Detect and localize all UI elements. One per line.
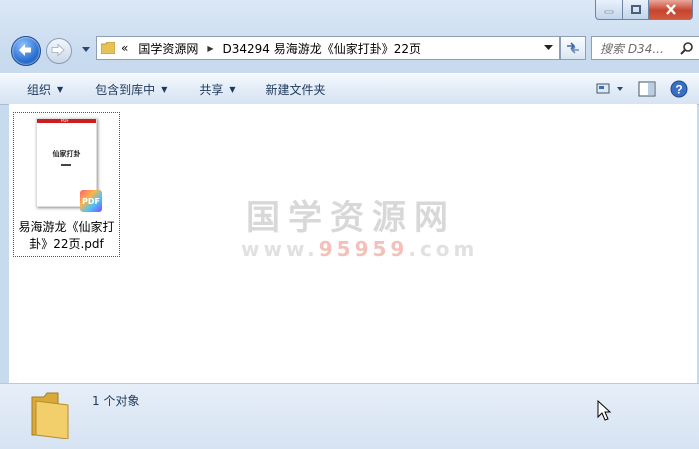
pdf-app-icon: PDF [80,190,102,212]
address-bar[interactable]: « 国学资源网 ▶ D34294 易海游龙《仙家打卦》22页 [96,36,560,60]
organize-button[interactable]: 组织 ▼ [0,74,76,104]
new-folder-label: 新建文件夹 [265,82,326,97]
preview-pane-button[interactable] [635,78,659,100]
folder-icon [101,42,115,54]
back-button[interactable] [11,36,41,66]
search-box[interactable]: 搜索 D34... [591,36,699,60]
chevron-down-icon: ▼ [161,84,168,94]
folder-icon [31,392,69,439]
address-history-dropdown-icon[interactable] [544,44,553,52]
minimize-button[interactable] [595,0,623,20]
include-in-library-button[interactable]: 包含到库中 ▼ [76,74,180,104]
address-overflow-chevron[interactable]: « [121,41,128,55]
svg-text:?: ? [675,83,682,97]
breadcrumb-root[interactable]: 国学资源网 [138,40,198,57]
watermark-url-prefix: www. [241,237,319,261]
mouse-cursor-icon [597,400,611,421]
file-item-pdf[interactable]: PDF 仙家打卦 PDF 易海游龙《仙家打 卦》22页.pdf [13,112,120,257]
change-view-button[interactable] [593,78,627,100]
organize-label: 组织 [27,82,52,97]
maximize-button[interactable] [623,0,649,20]
forward-button[interactable] [46,38,72,64]
command-bar: 组织 ▼ 包含到库中 ▼ 共享 ▼ 新建文件夹 ? [0,73,699,105]
caption-buttons [595,0,693,20]
thumbnail-rule [61,164,71,166]
include-in-library-label: 包含到库中 [95,82,156,97]
explorer-window: « 国学资源网 ▶ D34294 易海游龙《仙家打卦》22页 搜索 D34...… [0,0,699,449]
watermark-url-number: 95959 [318,237,409,261]
navigation-bar: « 国学资源网 ▶ D34294 易海游龙《仙家打卦》22页 搜索 D34... [8,33,699,67]
breadcrumb-current[interactable]: D34294 易海游龙《仙家打卦》22页 [223,40,422,57]
help-icon: ? [670,80,688,98]
item-count: 1 个对象 [92,394,140,408]
preview-pane-icon [638,81,656,97]
file-name-line2: 卦》22页.pdf [29,237,104,251]
help-button[interactable]: ? [667,78,691,100]
file-list-area[interactable]: 国学资源网 www.95959.com PDF 仙家打卦 PDF 易海游龙《仙家… [9,104,697,383]
recent-pages-dropdown-icon[interactable] [81,44,91,54]
view-controls: ? [593,74,691,104]
share-label: 共享 [199,82,224,97]
breadcrumb-separator-icon[interactable]: ▶ [207,44,213,53]
file-name-label: 易海游龙《仙家打 卦》22页.pdf [14,219,119,253]
close-icon [665,4,676,15]
refresh-button[interactable] [560,36,586,60]
chevron-down-icon: ▼ [57,84,64,94]
file-name-line1: 易海游龙《仙家打 [18,220,115,234]
close-button[interactable] [649,0,693,20]
back-arrow-icon [19,44,31,56]
watermark-url: www.95959.com [241,237,474,261]
watermark: 国学资源网 www.95959.com [241,190,474,261]
thumbnail-header-bar: PDF [37,118,96,123]
search-icon[interactable] [680,41,694,55]
chevron-down-icon: ▼ [229,84,236,94]
thumbnail-title: 仙家打卦 [52,149,81,158]
view-icon [596,83,623,94]
search-input[interactable]: 搜索 D34... [600,40,664,57]
new-folder-button[interactable]: 新建文件夹 [249,74,339,104]
watermark-title: 国学资源网 [246,198,456,238]
watermark-url-suffix: .com [408,237,479,261]
refresh-icon [567,42,579,54]
minimize-icon [604,10,614,13]
details-pane: 1 个对象 [0,383,699,449]
thumbnail-header-text: PDF [61,118,69,123]
maximize-icon [630,4,641,14]
forward-arrow-icon [51,43,65,57]
share-button[interactable]: 共享 ▼ [180,74,248,104]
